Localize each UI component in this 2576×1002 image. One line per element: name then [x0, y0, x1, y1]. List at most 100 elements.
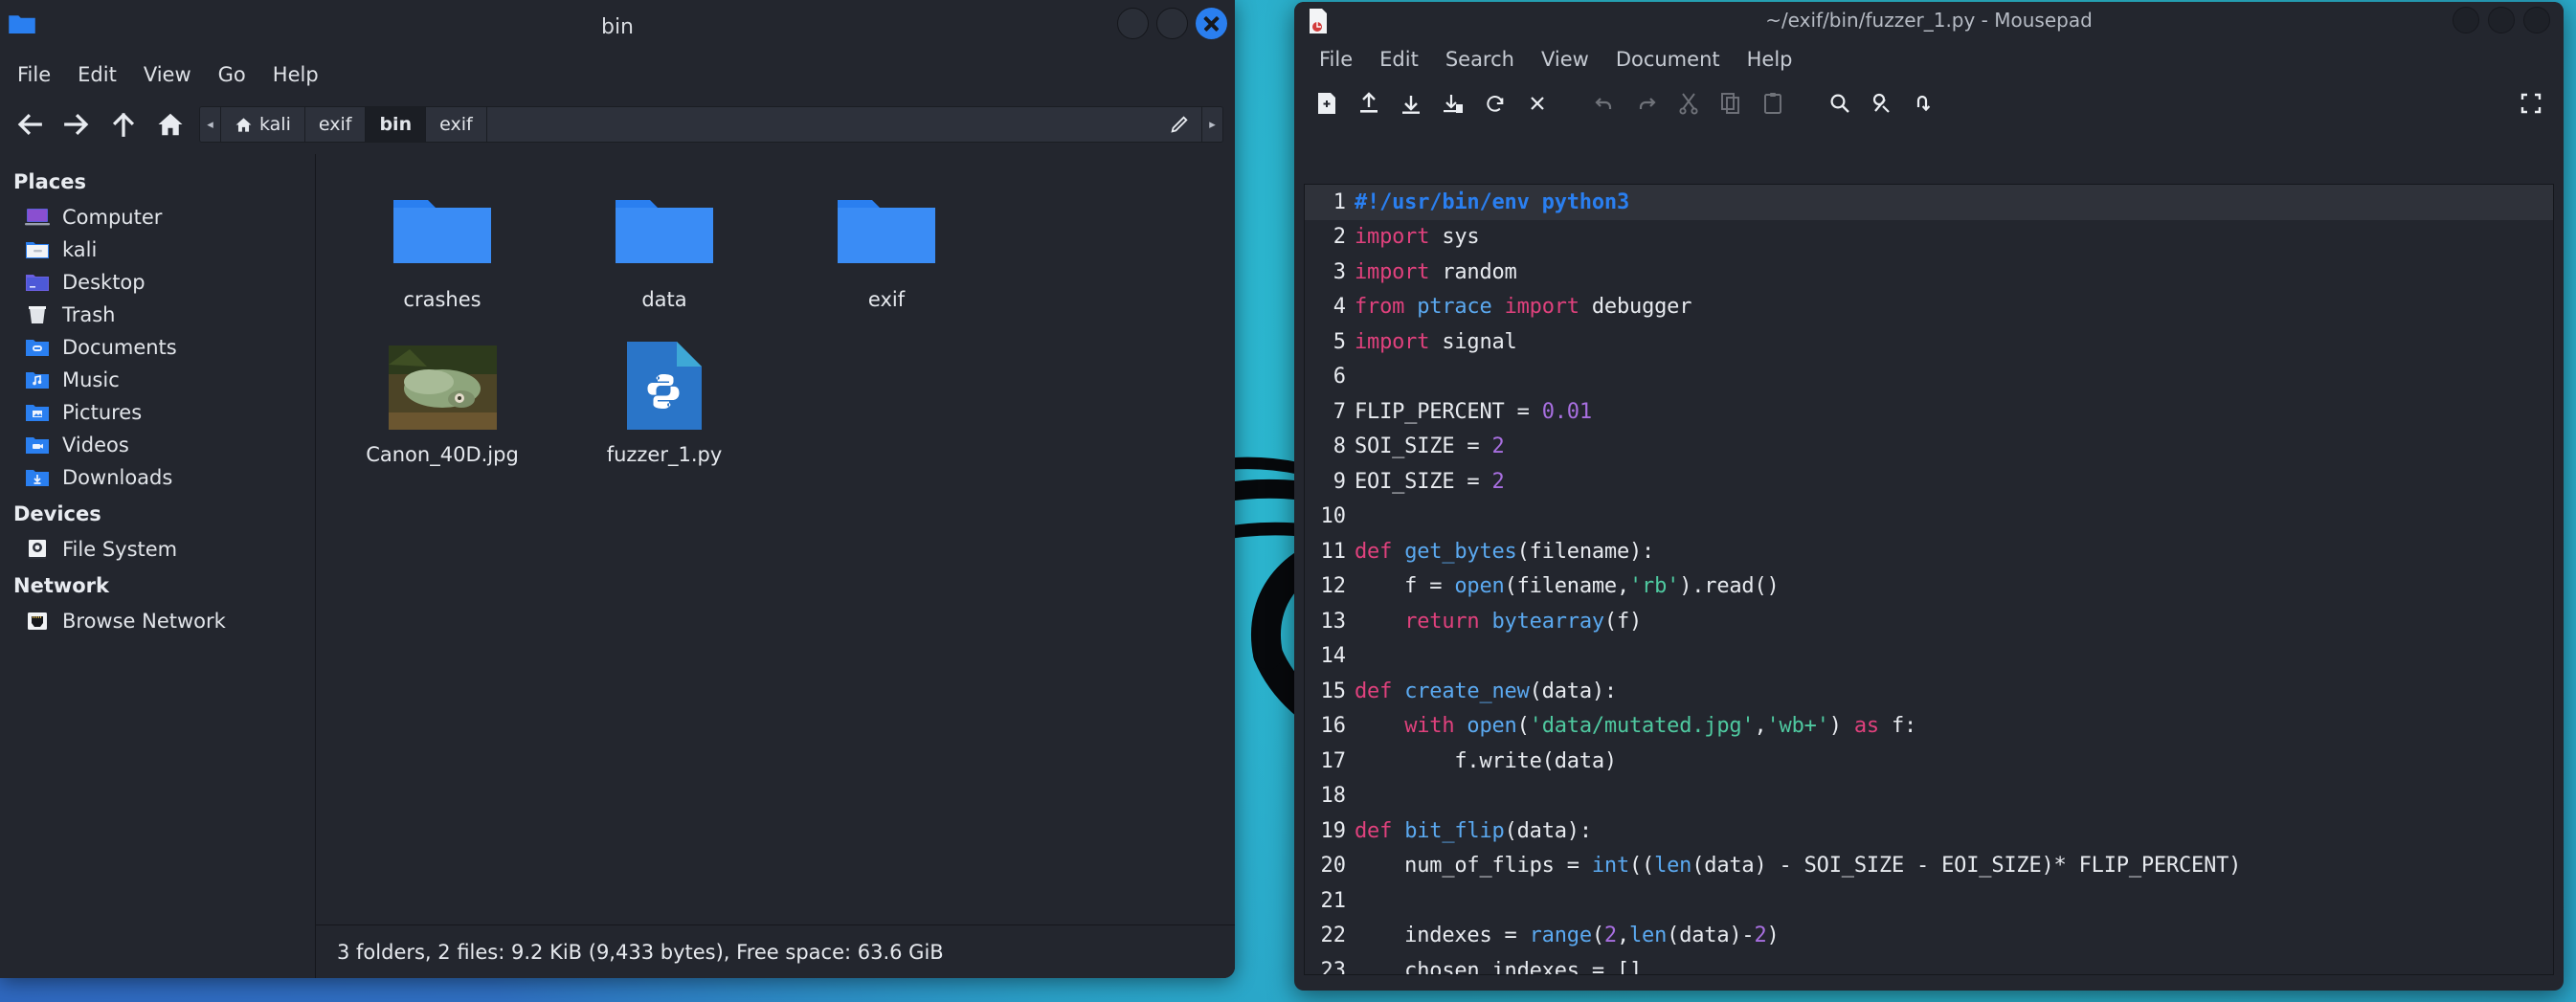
- menu-document[interactable]: Document: [1604, 45, 1732, 74]
- menu-go[interactable]: Go: [207, 60, 258, 89]
- file-manager-titlebar[interactable]: bin: [0, 0, 1235, 55]
- code-line[interactable]: 6: [1305, 360, 2553, 395]
- close-tab-button[interactable]: [1516, 86, 1558, 121]
- computer-icon: [25, 207, 50, 228]
- code-editor[interactable]: 1 #!/usr/bin/env python3 2 import sys 3 impor…: [1304, 184, 2554, 975]
- code-text: def create_new(data):: [1355, 679, 1617, 703]
- icon-view[interactable]: crashes data exif Canon_40D.jpg fuzzer_1…: [316, 154, 1235, 924]
- sidebar-item-kali[interactable]: kali: [0, 234, 315, 266]
- sidebar-item-computer[interactable]: Computer: [0, 201, 315, 234]
- close-button[interactable]: [1196, 8, 1227, 39]
- open-file-button[interactable]: [1348, 86, 1390, 121]
- file-item-exif[interactable]: exif: [775, 167, 997, 311]
- minimize-button[interactable]: [2453, 7, 2479, 33]
- maximize-button[interactable]: [2488, 7, 2515, 33]
- pathbar-scroll-left[interactable]: ◂: [200, 107, 221, 142]
- redo-button[interactable]: [1625, 86, 1668, 121]
- code-line[interactable]: 19 def bit_flip(data):: [1305, 813, 2553, 849]
- code-line[interactable]: 12 f = open(filename,'rb').read(): [1305, 569, 2553, 605]
- sidebar-item-documents[interactable]: Documents: [0, 331, 315, 364]
- sidebar-item-music[interactable]: Music: [0, 364, 315, 396]
- pathbar-scroll-right[interactable]: ▸: [1201, 107, 1222, 142]
- sidebar-item-downloads[interactable]: Downloads: [0, 461, 315, 494]
- python-file-icon: [627, 334, 702, 430]
- file-item-fuzzer-1-py[interactable]: fuzzer_1.py: [553, 323, 775, 466]
- sidebar-item-label: Pictures: [62, 401, 143, 424]
- menu-file[interactable]: File: [6, 60, 62, 89]
- menu-view[interactable]: View: [132, 60, 203, 89]
- sidebar-item-file-system[interactable]: File System: [0, 533, 315, 566]
- menu-search[interactable]: Search: [1434, 45, 1526, 74]
- pencil-icon[interactable]: [1169, 114, 1190, 135]
- path-entry-area[interactable]: [486, 107, 1201, 142]
- breadcrumb-exif-1[interactable]: exif: [304, 107, 367, 142]
- mousepad-titlebar[interactable]: ~/exif/bin/fuzzer_1.py - Mousepad: [1294, 2, 2564, 38]
- code-line[interactable]: 8 SOI_SIZE = 2: [1305, 430, 2553, 465]
- sidebar-item-pictures[interactable]: Pictures: [0, 396, 315, 429]
- file-item-crashes[interactable]: crashes: [331, 167, 553, 311]
- code-line[interactable]: 4 from ptrace import debugger: [1305, 290, 2553, 325]
- code-text: def bit_flip(data):: [1355, 818, 1592, 843]
- up-button[interactable]: [105, 107, 141, 143]
- menu-help[interactable]: Help: [1736, 45, 1804, 74]
- code-line[interactable]: 5 import signal: [1305, 324, 2553, 360]
- mousepad-title: ~/exif/bin/fuzzer_1.py - Mousepad: [1765, 9, 2093, 32]
- code-line[interactable]: 16 with open('data/mutated.jpg','wb+') a…: [1305, 709, 2553, 745]
- menu-edit[interactable]: Edit: [66, 60, 128, 89]
- sidebar-item-trash[interactable]: Trash: [0, 299, 315, 331]
- code-text: num_of_flips = int((len(data) - SOI_SIZE…: [1355, 854, 2242, 879]
- breadcrumb-kali[interactable]: kali: [221, 107, 305, 142]
- code-text: f.write(data): [1355, 748, 1617, 773]
- code-line[interactable]: 23 chosen_indexes = []: [1305, 953, 2553, 974]
- code-line[interactable]: 13 return bytearray(f): [1305, 604, 2553, 639]
- breadcrumb-exif-2[interactable]: exif: [426, 107, 487, 142]
- code-line[interactable]: 20 num_of_flips = int((len(data) - SOI_S…: [1305, 849, 2553, 884]
- code-line[interactable]: 3 import random: [1305, 255, 2553, 290]
- code-line[interactable]: 9 EOI_SIZE = 2: [1305, 464, 2553, 500]
- file-list-pane: crashes data exif Canon_40D.jpg fuzzer_1…: [316, 154, 1235, 978]
- paste-button[interactable]: [1752, 86, 1794, 121]
- code-line[interactable]: 1 #!/usr/bin/env python3: [1305, 185, 2553, 220]
- status-bar: 3 folders, 2 files: 9.2 KiB (9,433 bytes…: [316, 924, 1235, 978]
- code-line[interactable]: 11 def get_bytes(filename):: [1305, 534, 2553, 569]
- file-item-canon-40d-jpg[interactable]: Canon_40D.jpg: [331, 323, 553, 466]
- code-line[interactable]: 18: [1305, 779, 2553, 814]
- reload-button[interactable]: [1474, 86, 1516, 121]
- code-line[interactable]: 7 FLIP_PERCENT = 0.01: [1305, 394, 2553, 430]
- close-button[interactable]: [2523, 7, 2550, 33]
- cut-button[interactable]: [1668, 86, 1710, 121]
- sidebar-item-desktop[interactable]: Desktop: [0, 266, 315, 299]
- back-button[interactable]: [11, 107, 47, 143]
- code-line[interactable]: 14: [1305, 639, 2553, 675]
- code-line[interactable]: 17 f.write(data): [1305, 744, 2553, 779]
- save-as-button[interactable]: [1432, 86, 1474, 121]
- close-tab-icon: [1531, 97, 1544, 110]
- menu-file[interactable]: File: [1308, 45, 1364, 74]
- find-replace-button[interactable]: [1861, 86, 1903, 121]
- forward-button[interactable]: [58, 107, 94, 143]
- code-line[interactable]: 21: [1305, 883, 2553, 919]
- minimize-button[interactable]: [1117, 8, 1149, 39]
- fullscreen-button[interactable]: [2510, 86, 2552, 121]
- code-line[interactable]: 22 indexes = range(2,len(data)-2): [1305, 919, 2553, 954]
- code-line[interactable]: 10: [1305, 500, 2553, 535]
- line-number: 8: [1333, 434, 1346, 459]
- sidebar-item-videos[interactable]: Videos: [0, 429, 315, 461]
- menu-help[interactable]: Help: [261, 60, 330, 89]
- copy-button[interactable]: [1710, 86, 1752, 121]
- save-button[interactable]: [1390, 86, 1432, 121]
- breadcrumb-label: bin: [379, 114, 413, 135]
- menu-edit[interactable]: Edit: [1368, 45, 1430, 74]
- new-file-button[interactable]: [1306, 86, 1348, 121]
- code-line[interactable]: 15 def create_new(data):: [1305, 674, 2553, 709]
- goto-line-button[interactable]: [1903, 86, 1945, 121]
- code-line[interactable]: 2 import sys: [1305, 220, 2553, 256]
- find-button[interactable]: [1819, 86, 1861, 121]
- home-button[interactable]: [152, 107, 188, 143]
- breadcrumb-bin[interactable]: bin: [366, 107, 427, 142]
- file-item-data[interactable]: data: [553, 167, 775, 311]
- undo-button[interactable]: [1583, 86, 1625, 121]
- sidebar-item-browse-network[interactable]: Browse Network: [0, 605, 315, 637]
- maximize-button[interactable]: [1156, 8, 1188, 39]
- menu-view[interactable]: View: [1530, 45, 1601, 74]
